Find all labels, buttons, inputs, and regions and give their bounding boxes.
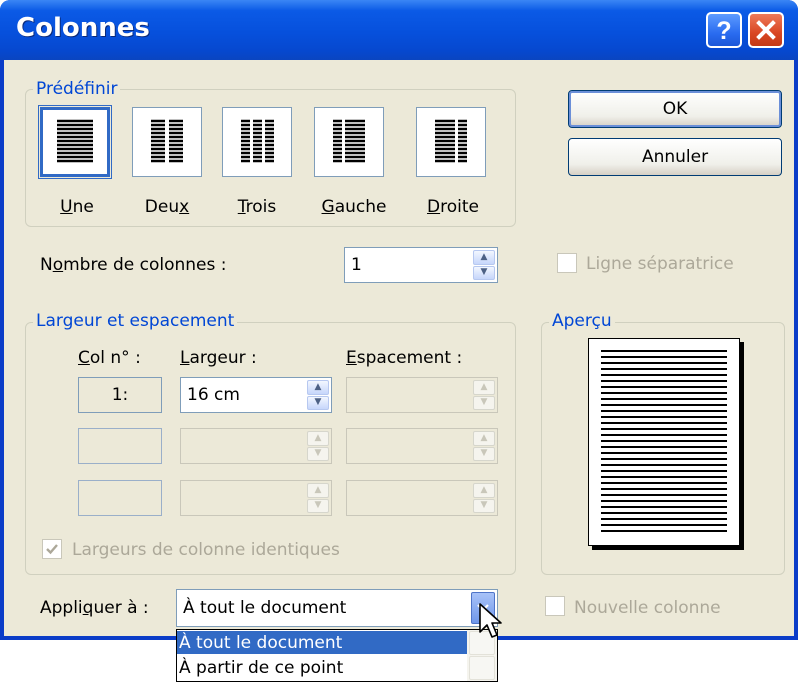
three-columns-icon	[241, 119, 274, 163]
columns-count-value: 1	[351, 255, 362, 275]
spin-down-icon: ▼	[473, 498, 495, 513]
preset-two-columns[interactable]	[132, 107, 202, 177]
right-column-icon	[435, 119, 467, 163]
spin-up-icon: ▲	[473, 380, 495, 395]
new-column-checkbox[interactable]	[545, 596, 565, 616]
checkmark-icon	[46, 544, 58, 555]
column-width-spinner[interactable]: ▲ ▼	[307, 380, 329, 410]
column-width-spinner: ▲ ▼	[307, 431, 329, 461]
preset-legend: Prédéfinir	[33, 79, 121, 99]
ok-button[interactable]: OK	[568, 90, 782, 128]
preview-legend: Aperçu	[549, 311, 615, 331]
separator-line-checkbox[interactable]	[557, 253, 577, 273]
one-column-icon	[57, 119, 93, 163]
column-width-input[interactable]: 16 cm ▲ ▼	[180, 377, 332, 413]
spin-down-icon: ▼	[307, 498, 329, 513]
column-spacing-input[interactable]: ▲ ▼	[346, 480, 498, 516]
separator-line-label: Ligne séparatrice	[586, 254, 734, 274]
preset-right-column[interactable]	[416, 107, 486, 177]
column-spacing-spinner: ▲ ▼	[473, 380, 495, 410]
column-spacing-spinner: ▲ ▼	[473, 483, 495, 513]
equal-widths-checkbox[interactable]	[42, 539, 62, 559]
apply-to-value: À tout le document	[183, 598, 347, 618]
col-number-cell: 1:	[78, 377, 162, 413]
column-spacing-input[interactable]: ▲ ▼	[346, 377, 498, 413]
columns-count-input[interactable]: 1 ▲ ▼	[344, 247, 498, 283]
apply-to-select[interactable]: À tout le document	[176, 589, 498, 627]
left-column-icon	[333, 119, 365, 163]
equal-widths-label: Largeurs de colonne identiques	[72, 540, 340, 560]
width-spacing-legend: Largeur et espacement	[33, 311, 238, 331]
preset-label-left[interactable]: Gauche	[312, 197, 396, 217]
cancel-button[interactable]: Annuler	[568, 138, 782, 176]
close-icon	[756, 20, 776, 40]
spin-up-icon: ▲	[473, 431, 495, 446]
spin-up-icon: ▲	[307, 431, 329, 446]
close-button[interactable]	[748, 12, 784, 48]
two-columns-icon	[151, 119, 183, 163]
columns-count-label: Nombre de colonnes :	[40, 255, 227, 275]
scroll-down-button[interactable]	[469, 656, 495, 680]
spin-down-icon[interactable]: ▼	[307, 395, 329, 410]
preset-one-column[interactable]	[38, 105, 112, 179]
preset-label-two[interactable]: Deux	[130, 197, 204, 217]
column-width-spinner: ▲ ▼	[307, 483, 329, 513]
spin-up-icon[interactable]: ▲	[307, 380, 329, 395]
spin-up-icon: ▲	[473, 483, 495, 498]
help-button[interactable]: ?	[706, 12, 742, 48]
spin-down-icon: ▼	[307, 446, 329, 461]
preset-label-three[interactable]: Trois	[220, 197, 294, 217]
spin-up-icon[interactable]: ▲	[473, 250, 495, 265]
spin-up-icon: ▲	[307, 483, 329, 498]
preview-page	[588, 338, 740, 546]
spacing-header: Espacement :	[346, 348, 463, 368]
dialog-title: Colonnes	[16, 13, 150, 43]
svg-text:?: ?	[716, 17, 731, 43]
option-whole-document[interactable]: À tout le document	[177, 631, 467, 654]
column-width-value: 16 cm	[187, 385, 240, 405]
title-bar[interactable]: Colonnes ?	[0, 0, 798, 60]
column-width-input[interactable]: ▲ ▼	[180, 480, 332, 516]
preset-label-right[interactable]: Droite	[412, 197, 494, 217]
col-number-header: Col n° :	[78, 348, 141, 368]
columns-count-spinner[interactable]: ▲ ▼	[473, 250, 495, 280]
preview-text-lines	[601, 350, 727, 534]
spin-down-icon: ▼	[473, 395, 495, 410]
preset-three-columns[interactable]	[222, 107, 292, 177]
help-icon: ?	[716, 17, 731, 43]
width-header: Largeur :	[180, 348, 257, 368]
new-column-label: Nouvelle colonne	[574, 598, 721, 618]
col-number-cell	[78, 428, 162, 464]
option-from-this-point[interactable]: À partir de ce point	[177, 656, 467, 679]
column-width-input[interactable]: ▲ ▼	[180, 428, 332, 464]
column-spacing-input[interactable]: ▲ ▼	[346, 428, 498, 464]
col-number-cell	[78, 480, 162, 516]
column-spacing-spinner: ▲ ▼	[473, 431, 495, 461]
spin-down-icon: ▼	[473, 446, 495, 461]
spin-down-icon[interactable]: ▼	[473, 265, 495, 280]
preset-label-one[interactable]: Une	[40, 197, 114, 217]
apply-to-options-list[interactable]: À tout le document À partir de ce point	[176, 629, 498, 682]
preset-left-column[interactable]	[314, 107, 384, 177]
apply-to-label: Appliquer à :	[40, 598, 149, 618]
mouse-cursor-icon	[479, 603, 502, 638]
